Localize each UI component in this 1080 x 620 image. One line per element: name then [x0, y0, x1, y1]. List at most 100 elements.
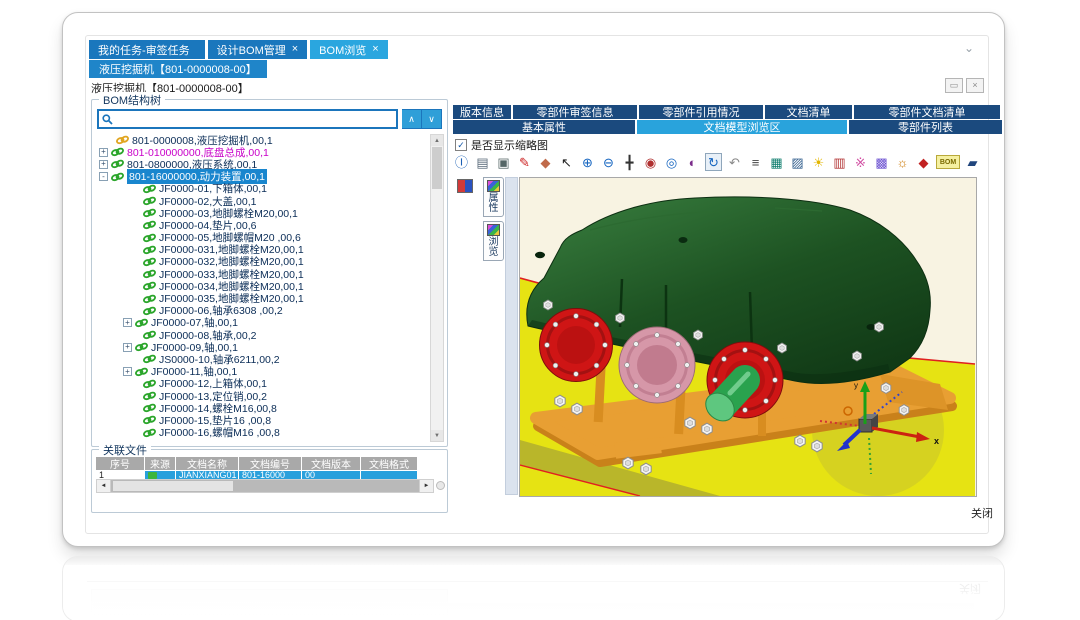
layers-icon[interactable]: ≡ — [747, 153, 764, 171]
select-arrow-icon[interactable]: ↖ — [558, 153, 575, 171]
column-header[interactable]: 文档格式 — [361, 457, 417, 470]
cell-source — [145, 471, 175, 479]
related-files-groupbox: 关联文件 序号 来源 文档名称 文档编号 文档版本 文档格式 — [91, 449, 448, 513]
tree-item[interactable]: JF0000-03,地脚螺栓M20,00,1 — [97, 207, 429, 219]
column-header[interactable]: 序号 — [96, 457, 144, 470]
side-tab-properties[interactable]: 属性 — [483, 177, 504, 217]
chevron-down-icon[interactable]: ⌄ — [964, 41, 974, 55]
tab-version-info[interactable]: 版本信息 — [453, 105, 511, 119]
column-header[interactable]: 文档编号 — [239, 457, 301, 470]
tab-part-document-list[interactable]: 零部件文档清单 — [854, 105, 1000, 119]
side-tab-browse[interactable]: 浏览 — [483, 221, 504, 261]
search-prev-button[interactable]: ∧ — [402, 109, 422, 129]
tab-part-list[interactable]: 零部件列表 — [849, 120, 1002, 134]
table-horizontal-scrollbar[interactable]: ◄ ► — [96, 479, 434, 493]
scroll-up-icon[interactable]: ▲ — [431, 135, 443, 146]
bom-tree-group-label: BOM结构树 — [99, 92, 165, 108]
tree-item[interactable]: JF0000-01,下箱体,00,1 — [97, 183, 429, 195]
search-icon — [102, 114, 113, 125]
undo-icon[interactable]: ↶ — [726, 153, 743, 171]
close-icon[interactable]: × — [966, 78, 984, 93]
tab-close-icon[interactable]: × — [372, 44, 378, 55]
scrollbar-thumb[interactable] — [113, 481, 233, 491]
pan-icon[interactable]: ╋ — [621, 153, 638, 171]
link-icon — [135, 342, 148, 352]
expander-icon[interactable]: + — [99, 148, 108, 157]
tab-label: BOM浏览 — [319, 42, 366, 58]
gear-icon[interactable]: ☼ — [894, 153, 911, 171]
close-button[interactable]: 关闭 — [951, 505, 993, 521]
scroll-right-icon[interactable]: ► — [419, 480, 433, 492]
stamp-icon[interactable]: ◆ — [537, 153, 554, 171]
thumbnail-checkbox[interactable]: ✓ — [455, 139, 467, 151]
expander-icon[interactable]: + — [99, 160, 108, 169]
search-box[interactable] — [97, 109, 398, 129]
export-icon[interactable]: ▰ — [964, 153, 981, 171]
tab-label: 我的任务-审签任务 — [98, 42, 190, 58]
model-3d-viewport[interactable]: y x — [519, 177, 977, 497]
viewer-gutter — [505, 177, 518, 495]
zoom-in-icon[interactable]: ⊕ — [579, 153, 596, 171]
tab-my-tasks[interactable]: 我的任务-审签任务 — [89, 40, 205, 59]
link-icon — [143, 257, 156, 267]
tab-close-icon[interactable]: × — [292, 44, 298, 55]
zoom-window-icon[interactable]: ◉ — [642, 153, 659, 171]
scrollbar-thumb[interactable] — [432, 147, 442, 189]
axis-y-label: y — [854, 381, 858, 390]
palette-icon[interactable] — [457, 179, 473, 193]
link-icon — [111, 147, 124, 157]
redline-pen-icon[interactable]: ✎ — [516, 153, 533, 171]
tree-item[interactable]: JF0000-08,轴承,00,2 — [97, 329, 429, 341]
link-icon — [143, 184, 156, 194]
expander-icon[interactable]: + — [123, 343, 132, 352]
tree-vertical-scrollbar[interactable]: ▲ ▼ — [430, 134, 444, 442]
measure-icon[interactable]: ▦ — [768, 153, 785, 171]
preview-doc-icon[interactable]: ▤ — [474, 153, 491, 171]
expander-icon[interactable]: + — [123, 367, 132, 376]
scroll-left-icon[interactable]: ◄ — [97, 480, 111, 492]
zoom-dynamic-icon[interactable]: ◎ — [663, 153, 680, 171]
zoom-out-icon[interactable]: ⊖ — [600, 153, 617, 171]
link-icon — [143, 379, 156, 389]
snapshot-icon[interactable]: ▨ — [789, 153, 806, 171]
expander-icon[interactable]: - — [99, 172, 108, 181]
tab-bom-browse[interactable]: BOM浏览 × — [310, 40, 388, 59]
table-header-row: 序号 来源 文档名称 文档编号 文档版本 文档格式 — [96, 457, 434, 470]
tab-basic-attributes[interactable]: 基本属性 — [453, 120, 635, 134]
column-header[interactable]: 文档版本 — [302, 457, 360, 470]
print-icon[interactable]: ▣ — [495, 153, 512, 171]
tree-item[interactable]: JF0000-06,轴承6308 ,00,2 — [97, 305, 429, 317]
column-header[interactable]: 文档名称 — [176, 457, 238, 470]
scrollbar-track[interactable] — [111, 480, 419, 492]
rotate-center-icon[interactable]: ◐ — [684, 153, 701, 171]
search-next-button[interactable]: ∨ — [422, 109, 442, 129]
light-icon[interactable]: ☀ — [810, 153, 827, 171]
tab-part-review-info[interactable]: 零部件审签信息 — [513, 105, 637, 119]
link-icon — [143, 269, 156, 279]
info-icon[interactable]: Ⓘ — [453, 153, 470, 171]
table-row[interactable]: 1 JIANXIANG01 801-16000 00 — [96, 471, 434, 479]
tab-document-model-view[interactable]: 文档模型浏览区 — [637, 120, 847, 134]
tab-document-list[interactable]: 文档清单 — [765, 105, 852, 119]
link-icon — [143, 330, 156, 340]
tree-item[interactable]: JF0000-16,螺帽M16 ,00,8 — [97, 427, 429, 439]
assembly-icon[interactable]: ▩ — [873, 153, 890, 171]
link-icon — [143, 281, 156, 291]
link-icon — [135, 367, 148, 377]
model-box-icon[interactable]: ◆ — [915, 153, 932, 171]
tab-design-bom[interactable]: 设计BOM管理 × — [208, 40, 308, 59]
tree-item-label: JF0000-16,螺帽M16 ,00,8 — [159, 425, 280, 440]
bom-icon[interactable]: BOM — [936, 155, 960, 169]
explode-icon[interactable]: ※ — [852, 153, 869, 171]
document-subtab[interactable]: 液压挖掘机【801-0000008-00】 — [89, 60, 267, 78]
scroll-down-icon[interactable]: ▼ — [431, 430, 443, 441]
restore-icon[interactable]: ▭ — [945, 78, 963, 93]
section-icon[interactable]: ▥ — [831, 153, 848, 171]
tree-item[interactable]: + JF0000-07,轴,00,1 — [97, 317, 429, 329]
expander-icon[interactable]: + — [123, 318, 132, 327]
search-input[interactable] — [117, 112, 393, 126]
tab-part-reference[interactable]: 零部件引用情况 — [639, 105, 763, 119]
rotate-icon[interactable]: ↻ — [705, 153, 722, 171]
column-header[interactable]: 来源 — [145, 457, 175, 470]
tree-item[interactable]: JS0000-10,轴承6211,00,2 — [97, 353, 429, 365]
